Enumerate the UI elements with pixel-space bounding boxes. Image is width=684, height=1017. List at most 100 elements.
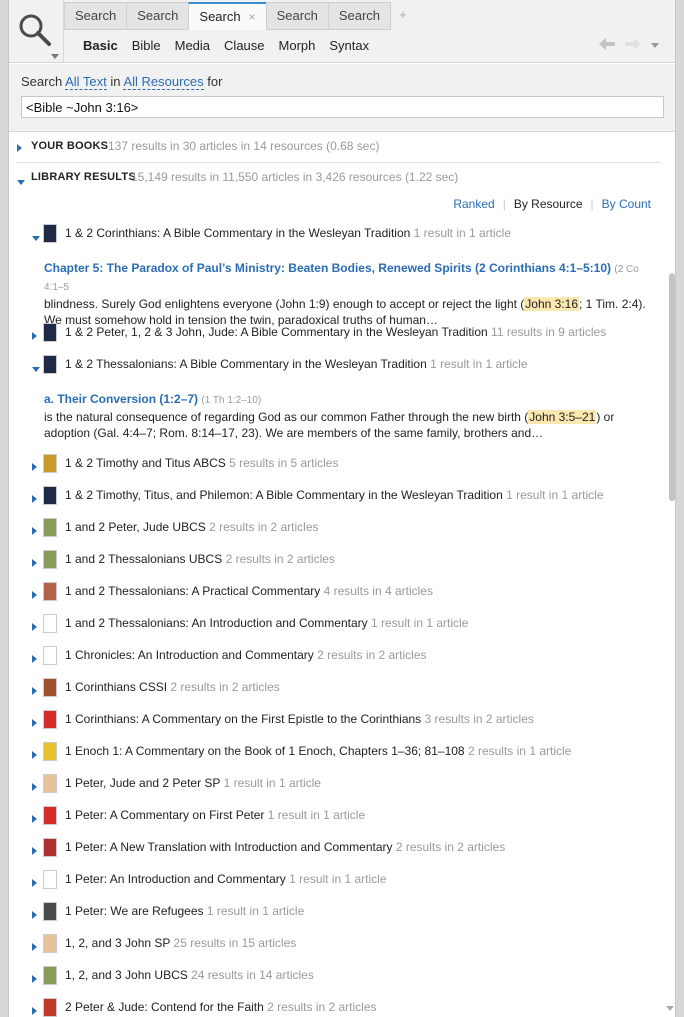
resource-row[interactable]: 1 Peter: We are Refugees 1 result in 1 a…: [9, 899, 665, 925]
scope-dropdown[interactable]: All Text: [65, 74, 107, 90]
search-menu-button[interactable]: [9, 0, 64, 63]
tab-search-4[interactable]: Search: [265, 2, 329, 30]
resource-title[interactable]: 1 Peter: We are Refugees 1 result in 1 a…: [65, 904, 304, 918]
resource-row[interactable]: 1, 2, and 3 John UBCS 24 results in 14 a…: [9, 963, 665, 989]
collapse-icon[interactable]: [32, 230, 40, 244]
collapse-icon[interactable]: [17, 176, 25, 188]
resource-row[interactable]: 1 Corinthians: A Commentary on the First…: [9, 707, 665, 733]
add-tab-button[interactable]: +: [390, 2, 416, 30]
result-snippet[interactable]: a. Their Conversion (1:2–7) (1 Th 1:2–10…: [44, 391, 659, 441]
resource-row[interactable]: 1, 2, and 3 John SP 25 results in 15 art…: [9, 931, 665, 957]
expand-icon[interactable]: [32, 972, 37, 986]
subtab-syntax[interactable]: Syntax: [322, 37, 376, 55]
library-results-section[interactable]: LIBRARY RESULTS 15,149 results in 11,550…: [9, 164, 665, 192]
resource-row[interactable]: 1 Peter: A New Translation with Introduc…: [9, 835, 665, 861]
resource-row[interactable]: 1 & 2 Timothy and Titus ABCS 5 results i…: [9, 451, 665, 477]
expand-icon[interactable]: [32, 940, 37, 954]
sort-by-count-link[interactable]: By Count: [594, 197, 659, 211]
resource-title[interactable]: 1 and 2 Peter, Jude UBCS 2 results in 2 …: [65, 520, 319, 534]
close-icon[interactable]: ×: [249, 10, 256, 24]
resource-title[interactable]: 1, 2, and 3 John SP 25 results in 15 art…: [65, 936, 296, 950]
expand-icon[interactable]: [32, 684, 37, 698]
expand-icon[interactable]: [32, 556, 37, 570]
tab-search-5[interactable]: Search: [327, 2, 392, 30]
expand-icon[interactable]: [32, 748, 37, 762]
expand-icon[interactable]: [32, 652, 37, 666]
resource-title[interactable]: 1 Chronicles: An Introduction and Commen…: [65, 648, 427, 662]
section-count: 15,149 results in 11,550 articles in 3,4…: [131, 170, 459, 184]
resource-row[interactable]: 1 Peter: An Introduction and Commentary …: [9, 867, 665, 893]
resource-row[interactable]: 1 & 2 Corinthians: A Bible Commentary in…: [9, 221, 665, 247]
expand-icon[interactable]: [32, 460, 37, 474]
article-heading-link[interactable]: Chapter 5: The Paradox of Paul’s Ministr…: [44, 261, 611, 275]
expand-icon[interactable]: [32, 716, 37, 730]
resource-title[interactable]: 1 and 2 Thessalonians: A Practical Comme…: [65, 584, 433, 598]
highlighted-match[interactable]: John 3:5–21: [528, 410, 597, 424]
collapse-icon[interactable]: [32, 361, 40, 375]
expand-icon[interactable]: [32, 1004, 37, 1017]
scroll-down-icon[interactable]: [666, 1006, 674, 1011]
resource-row[interactable]: 1 Corinthians CSSI 2 results in 2 articl…: [9, 675, 665, 701]
expand-icon[interactable]: [32, 812, 37, 826]
resource-row[interactable]: 1 & 2 Timothy, Titus, and Philemon: A Bi…: [9, 483, 665, 509]
resource-row[interactable]: 1 Enoch 1: A Commentary on the Book of 1…: [9, 739, 665, 765]
expand-icon[interactable]: [32, 524, 37, 538]
resource-row[interactable]: 1 and 2 Thessalonians UBCS 2 results in …: [9, 547, 665, 573]
resource-title[interactable]: 1 Peter: A New Translation with Introduc…: [65, 840, 505, 854]
resource-row[interactable]: 1 Peter, Jude and 2 Peter SP 1 result in…: [9, 771, 665, 797]
resource-row[interactable]: 1 and 2 Thessalonians: A Practical Comme…: [9, 579, 665, 605]
expand-icon[interactable]: [32, 588, 37, 602]
resource-row[interactable]: 1 & 2 Peter, 1, 2 & 3 John, Jude: A Bibl…: [9, 320, 665, 346]
expand-icon[interactable]: [32, 780, 37, 794]
back-arrow-icon[interactable]: [599, 38, 615, 53]
resource-title[interactable]: 1 Peter: An Introduction and Commentary …: [65, 872, 387, 886]
subtab-media[interactable]: Media: [168, 37, 217, 55]
resource-title[interactable]: 1 Peter: A Commentary on First Peter 1 r…: [65, 808, 365, 822]
resource-title[interactable]: 1 & 2 Timothy and Titus ABCS 5 results i…: [65, 456, 338, 470]
resource-title[interactable]: 1 & 2 Thessalonians: A Bible Commentary …: [65, 357, 528, 371]
subtab-morph[interactable]: Morph: [272, 37, 323, 55]
resource-row[interactable]: 2 Peter & Jude: Contend for the Faith 2 …: [9, 995, 665, 1017]
expand-icon[interactable]: [32, 908, 37, 922]
resource-title[interactable]: 1 and 2 Thessalonians UBCS 2 results in …: [65, 552, 335, 566]
resource-title[interactable]: 1 Corinthians: A Commentary on the First…: [65, 712, 534, 726]
resource-row[interactable]: 1 Peter: A Commentary on First Peter 1 r…: [9, 803, 665, 829]
scrollbar-thumb[interactable]: [669, 273, 675, 501]
resource-title[interactable]: 1 & 2 Corinthians: A Bible Commentary in…: [65, 226, 511, 240]
resource-row[interactable]: 1 & 2 Thessalonians: A Bible Commentary …: [9, 352, 665, 378]
sort-ranked-link[interactable]: Ranked: [445, 197, 502, 211]
resource-title[interactable]: 1 & 2 Timothy, Titus, and Philemon: A Bi…: [65, 488, 604, 502]
search-input[interactable]: [21, 96, 664, 118]
resource-title[interactable]: 2 Peter & Jude: Contend for the Faith 2 …: [65, 1000, 377, 1014]
subtab-clause[interactable]: Clause: [217, 37, 271, 55]
expand-icon[interactable]: [32, 620, 37, 634]
tab-search-active[interactable]: Search ×: [188, 2, 267, 30]
resource-title[interactable]: 1 Enoch 1: A Commentary on the Book of 1…: [65, 744, 571, 758]
result-snippet[interactable]: Chapter 5: The Paradox of Paul’s Ministr…: [44, 260, 659, 328]
expand-icon[interactable]: [32, 492, 37, 506]
resource-title[interactable]: 1, 2, and 3 John UBCS 24 results in 14 a…: [65, 968, 314, 982]
resource-title[interactable]: 1 Peter, Jude and 2 Peter SP 1 result in…: [65, 776, 321, 790]
expand-icon[interactable]: [32, 844, 37, 858]
subtab-bible[interactable]: Bible: [125, 37, 168, 55]
forward-arrow-icon[interactable]: [625, 38, 641, 53]
highlighted-match[interactable]: John 3:16: [524, 297, 580, 311]
expand-icon[interactable]: [32, 876, 37, 890]
your-books-section[interactable]: YOUR BOOKS 137 results in 30 articles in…: [9, 133, 665, 161]
sort-by-resource[interactable]: By Resource: [506, 197, 591, 211]
tab-search-2[interactable]: Search: [126, 2, 190, 30]
expand-icon[interactable]: [32, 329, 37, 343]
subtab-basic[interactable]: Basic: [76, 37, 125, 55]
tab-search-1[interactable]: Search: [64, 2, 128, 30]
article-heading-link[interactable]: a. Their Conversion (1:2–7): [44, 392, 198, 406]
resource-title[interactable]: 1 & 2 Peter, 1, 2 & 3 John, Jude: A Bibl…: [65, 325, 606, 339]
resources-dropdown[interactable]: All Resources: [123, 74, 204, 90]
resource-row[interactable]: 1 Chronicles: An Introduction and Commen…: [9, 643, 665, 669]
history-dropdown-icon[interactable]: [651, 43, 659, 48]
tab-label: Search: [338, 8, 381, 23]
resource-row[interactable]: 1 and 2 Thessalonians: An Introduction a…: [9, 611, 665, 637]
resource-row[interactable]: 1 and 2 Peter, Jude UBCS 2 results in 2 …: [9, 515, 665, 541]
resource-title[interactable]: 1 Corinthians CSSI 2 results in 2 articl…: [65, 680, 280, 694]
resource-title[interactable]: 1 and 2 Thessalonians: An Introduction a…: [65, 616, 468, 630]
expand-icon[interactable]: [17, 143, 22, 155]
